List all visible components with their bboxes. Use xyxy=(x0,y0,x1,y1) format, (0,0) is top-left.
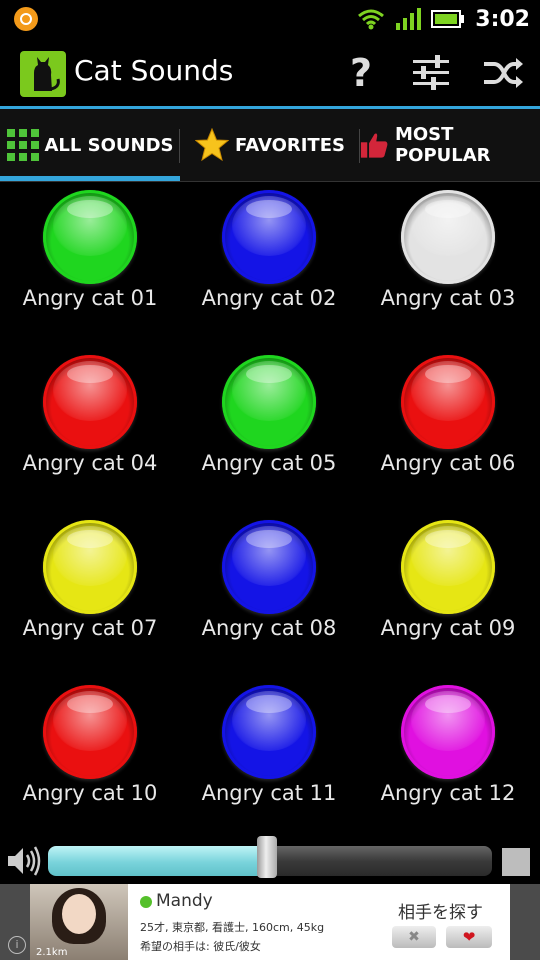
sound-button-cell[interactable]: Angry cat 05 xyxy=(179,351,359,516)
sound-button[interactable] xyxy=(43,520,137,614)
sound-button-cell[interactable]: Angry cat 07 xyxy=(0,516,180,681)
sound-button[interactable] xyxy=(222,355,316,449)
thumbs-up-icon xyxy=(360,133,388,158)
ad-distance: 2.1km xyxy=(36,947,68,958)
sound-label: Angry cat 02 xyxy=(201,286,337,310)
ad-photo-face xyxy=(62,894,96,934)
sound-button[interactable] xyxy=(401,355,495,449)
sound-button-cell[interactable]: Angry cat 03 xyxy=(358,186,538,351)
status-icons: 3:02 xyxy=(357,4,530,34)
sound-grid: Angry cat 01 Angry cat 02 Angry cat 03 Angr… xyxy=(0,186,540,836)
clock: 3:02 xyxy=(475,6,530,32)
sound-button-cell[interactable]: Angry cat 08 xyxy=(179,516,359,681)
sound-label: Angry cat 11 xyxy=(201,781,337,805)
sound-button-cell[interactable]: Angry cat 02 xyxy=(179,186,359,351)
ad-left-border: i xyxy=(0,884,30,960)
tab-label: ALL SOUNDS xyxy=(44,134,174,156)
stop-icon[interactable] xyxy=(502,848,530,876)
sound-label: Angry cat 06 xyxy=(380,451,516,475)
ad-photo: 2.1km xyxy=(30,884,128,960)
ad-call-to-action: 相手を探す xyxy=(398,903,483,923)
tab-label: FAVORITES xyxy=(235,134,345,156)
sound-button[interactable] xyxy=(43,355,137,449)
sound-label: Angry cat 09 xyxy=(380,616,516,640)
volume-thumb[interactable] xyxy=(257,836,277,878)
app-notification-icon xyxy=(14,7,38,31)
volume-fill xyxy=(48,846,265,876)
sound-button-cell[interactable]: Angry cat 04 xyxy=(0,351,180,516)
action-bar: Cat Sounds ? xyxy=(0,38,540,106)
sound-button[interactable] xyxy=(222,190,316,284)
sound-button[interactable] xyxy=(401,685,495,779)
grid-icon xyxy=(6,129,39,161)
ad-preference: 希望の相手は: 彼氏/彼女 xyxy=(140,940,261,953)
sound-label: Angry cat 08 xyxy=(201,616,337,640)
tabs-bottom-divider xyxy=(0,181,540,182)
sound-button[interactable] xyxy=(401,190,495,284)
sound-label: Angry cat 12 xyxy=(380,781,516,805)
sound-label: Angry cat 07 xyxy=(22,616,158,640)
ad-name: Mandy xyxy=(156,891,213,911)
ad-profile-details: 25才, 東京都, 看護士, 160cm, 45kg xyxy=(140,921,325,934)
sound-label: Angry cat 05 xyxy=(201,451,337,475)
sound-button-cell[interactable]: Angry cat 12 xyxy=(358,681,538,846)
speaker-icon[interactable] xyxy=(6,844,42,878)
ad-right-border xyxy=(510,884,540,960)
sound-button-cell[interactable]: Angry cat 06 xyxy=(358,351,538,516)
ad-dismiss-button[interactable]: ✖ xyxy=(392,926,436,948)
signal-icon xyxy=(396,8,422,30)
sound-button-cell[interactable]: Angry cat 11 xyxy=(179,681,359,846)
sound-label: Angry cat 01 xyxy=(22,286,158,310)
help-icon[interactable]: ? xyxy=(336,48,386,98)
info-icon[interactable]: i xyxy=(8,936,26,954)
tab-favorites[interactable]: FAVORITES xyxy=(180,109,360,181)
cat-icon xyxy=(20,51,66,97)
status-bar: 3:02 xyxy=(0,0,540,38)
ad-banner[interactable]: i 2.1km Mandy 25才, 東京都, 看護士, 160cm, 45kg… xyxy=(0,884,540,960)
sound-button[interactable] xyxy=(222,520,316,614)
star-icon xyxy=(195,128,230,162)
ad-like-button[interactable]: ❤ xyxy=(446,926,492,948)
tab-bar: ALL SOUNDS FAVORITES MOST POPULAR xyxy=(0,109,540,181)
sound-button[interactable] xyxy=(401,520,495,614)
sound-button-cell[interactable]: Angry cat 01 xyxy=(0,186,180,351)
wifi-icon xyxy=(358,9,385,30)
tab-all-sounds[interactable]: ALL SOUNDS xyxy=(0,109,180,181)
sound-button[interactable] xyxy=(222,685,316,779)
volume-bar xyxy=(0,836,540,884)
sound-button[interactable] xyxy=(43,685,137,779)
sound-button-cell[interactable]: Angry cat 09 xyxy=(358,516,538,681)
tab-most-popular[interactable]: MOST POPULAR xyxy=(360,109,540,181)
sound-label: Angry cat 04 xyxy=(22,451,158,475)
sound-button-cell[interactable]: Angry cat 10 xyxy=(0,681,180,846)
battery-icon xyxy=(431,10,465,28)
online-status-icon xyxy=(140,896,152,908)
tab-label: MOST POPULAR xyxy=(394,124,491,166)
sound-label: Angry cat 03 xyxy=(380,286,516,310)
sound-label: Angry cat 10 xyxy=(22,781,158,805)
app-title: Cat Sounds xyxy=(74,54,234,87)
sound-button[interactable] xyxy=(43,190,137,284)
shuffle-icon[interactable] xyxy=(478,48,528,98)
equalizer-icon[interactable] xyxy=(406,48,456,98)
